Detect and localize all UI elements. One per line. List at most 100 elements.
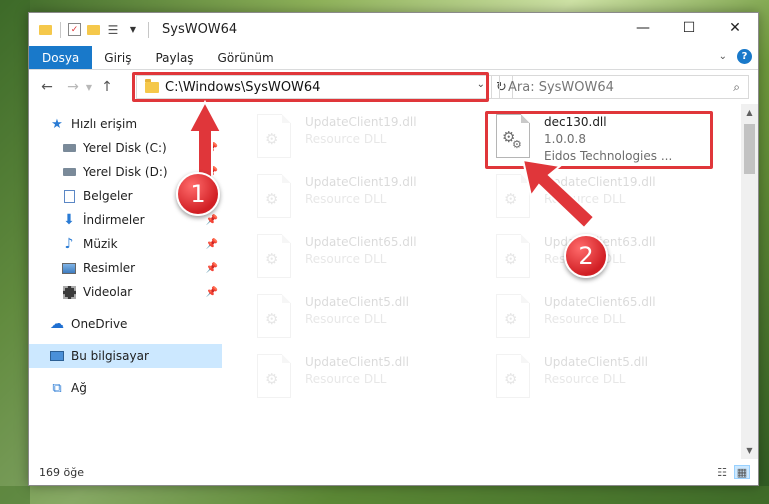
pin-icon[interactable]: 📌: [206, 239, 218, 250]
tab-file[interactable]: Dosya: [29, 46, 93, 69]
pin-icon[interactable]: 📌: [206, 215, 218, 226]
pin-icon[interactable]: 📌: [206, 263, 218, 274]
dll-file-icon: ⚙: [488, 172, 536, 222]
step-badge-2: 2: [564, 234, 608, 278]
toolbar-separator: [60, 21, 61, 38]
tiles-view-icon[interactable]: ▦: [734, 465, 750, 479]
title-bar: ✓ ☰ ▼ SysWOW64 — ☐ ✕: [29, 13, 758, 46]
status-bar: 169 öğe ☷ ▦: [29, 459, 758, 485]
tab-view[interactable]: Görünüm: [206, 46, 286, 69]
scroll-down-icon[interactable]: ▼: [741, 442, 758, 459]
sidebar-item-videos[interactable]: Videolar 📌: [29, 280, 222, 304]
file-description: Resource DLL: [305, 132, 387, 146]
dll-file-icon: ⚙: [488, 292, 536, 342]
sidebar-item-quick-access[interactable]: ★ Hızlı erişim: [29, 112, 222, 136]
sidebar-item-local-disk-c[interactable]: Yerel Disk (C:) 📌: [29, 136, 222, 160]
background-foliage: [0, 486, 769, 504]
vertical-scrollbar[interactable]: ▲ ▼: [741, 104, 758, 459]
sidebar-item-label: Videolar: [83, 285, 133, 299]
file-description: Resource DLL: [544, 192, 626, 206]
search-icon: ⌕: [733, 80, 740, 94]
chevron-down-icon[interactable]: ▼: [125, 22, 141, 38]
properties-icon[interactable]: ✓: [68, 23, 81, 36]
scrollbar-thumb[interactable]: [744, 124, 755, 174]
maximize-icon[interactable]: ☐: [666, 13, 712, 43]
window-title: SysWOW64: [162, 22, 238, 37]
view-buttons: ☷ ▦: [714, 465, 750, 479]
sidebar-item-pictures[interactable]: Resimler 📌: [29, 256, 222, 280]
customize-toolbar-icon[interactable]: ☰: [105, 22, 121, 38]
pin-icon[interactable]: 📌: [206, 143, 218, 154]
dll-file-icon: ⚙: [249, 352, 297, 402]
music-icon: ♪: [64, 236, 74, 252]
toolbar-separator: [148, 21, 149, 38]
file-item[interactable]: ⚙ UpdateClient5.dll Resource DLL: [249, 292, 479, 348]
tab-share[interactable]: Paylaş: [143, 46, 205, 69]
file-name: UpdateClient5.dll: [305, 295, 409, 309]
file-item[interactable]: ⚙ UpdateClient65.dll Resource DLL: [249, 232, 479, 288]
forward-icon[interactable]: →: [63, 79, 83, 95]
folder-icon: [37, 22, 53, 38]
sidebar-item-label: İndirmeler: [83, 213, 145, 227]
dll-file-icon: ⚙: [249, 232, 297, 282]
file-description: Resource DLL: [544, 372, 626, 386]
scroll-up-icon[interactable]: ▲: [741, 104, 758, 121]
file-name: UpdateClient19.dll: [544, 175, 656, 189]
sidebar-item-network[interactable]: ⧉ Ağ: [29, 376, 222, 400]
sidebar-item-label: OneDrive: [71, 317, 128, 331]
file-name: UpdateClient19.dll: [305, 115, 417, 129]
dll-file-icon: ⚙: [249, 172, 297, 222]
sidebar-item-music[interactable]: ♪ Müzik 📌: [29, 232, 222, 256]
expand-ribbon-icon[interactable]: ⌄: [719, 51, 727, 62]
file-highlight: [485, 111, 713, 169]
file-item[interactable]: ⚙ UpdateClient19.dll Resource DLL: [249, 172, 479, 228]
search-input[interactable]: Ara: SysWOW64 ⌕: [499, 75, 749, 99]
sidebar-item-label: Resimler: [83, 261, 136, 275]
window-controls: — ☐ ✕: [620, 13, 758, 43]
up-icon[interactable]: ↑: [97, 79, 117, 95]
network-icon: ⧉: [52, 380, 62, 396]
step-badge-1: 1: [176, 172, 220, 216]
dll-file-icon: ⚙: [488, 352, 536, 402]
details-view-icon[interactable]: ☷: [714, 465, 730, 479]
drive-icon: [61, 164, 77, 180]
video-icon: [61, 284, 77, 300]
quick-access-toolbar: ✓ ☰ ▼: [37, 21, 152, 38]
background-foliage: [0, 0, 30, 504]
new-folder-icon[interactable]: [85, 22, 101, 38]
file-description: Resource DLL: [305, 312, 387, 326]
close-icon[interactable]: ✕: [712, 13, 758, 43]
sidebar-item-label: Hızlı erişim: [71, 117, 138, 131]
file-name: UpdateClient65.dll: [305, 235, 417, 249]
search-placeholder: Ara: SysWOW64: [508, 79, 614, 95]
sidebar-item-onedrive[interactable]: ☁ OneDrive: [29, 312, 222, 336]
file-item[interactable]: ⚙ UpdateClient5.dll Resource DLL: [488, 352, 718, 408]
file-description: Resource DLL: [305, 372, 387, 386]
sidebar-item-label: Belgeler: [83, 189, 133, 203]
star-icon: ★: [51, 116, 63, 132]
file-item[interactable]: ⚙ UpdateClient19.dll Resource DLL: [249, 112, 479, 168]
help-icon[interactable]: ?: [737, 49, 752, 64]
pin-icon[interactable]: 📌: [206, 287, 218, 298]
file-item[interactable]: ⚙ UpdateClient19.dll Resource DLL: [488, 172, 718, 228]
file-item[interactable]: ⚙ UpdateClient65.dll Resource DLL: [488, 292, 718, 348]
recent-locations-icon[interactable]: ▼: [83, 83, 95, 92]
sidebar-item-label: Yerel Disk (C:): [83, 141, 167, 155]
file-description: Resource DLL: [305, 192, 387, 206]
minimize-icon[interactable]: —: [620, 13, 666, 43]
file-name: UpdateClient19.dll: [305, 175, 417, 189]
cloud-icon: ☁: [50, 316, 64, 332]
back-icon[interactable]: ←: [37, 79, 57, 95]
file-name: UpdateClient5.dll: [544, 355, 648, 369]
pictures-icon: [61, 260, 77, 276]
dll-file-icon: ⚙: [488, 232, 536, 282]
sidebar-item-label: Bu bilgisayar: [71, 349, 149, 363]
dll-file-icon: ⚙: [249, 292, 297, 342]
sidebar-item-label: Müzik: [83, 237, 118, 251]
tab-home[interactable]: Giriş: [92, 46, 143, 69]
sidebar-item-label: Yerel Disk (D:): [83, 165, 168, 179]
ribbon-right: ⌄ ?: [719, 49, 752, 64]
sidebar-item-this-pc[interactable]: Bu bilgisayar: [29, 344, 222, 368]
file-item[interactable]: ⚙ UpdateClient5.dll Resource DLL: [249, 352, 479, 408]
navigation-pane: ★ Hızlı erişim Yerel Disk (C:) 📌 Yerel D…: [29, 104, 223, 459]
